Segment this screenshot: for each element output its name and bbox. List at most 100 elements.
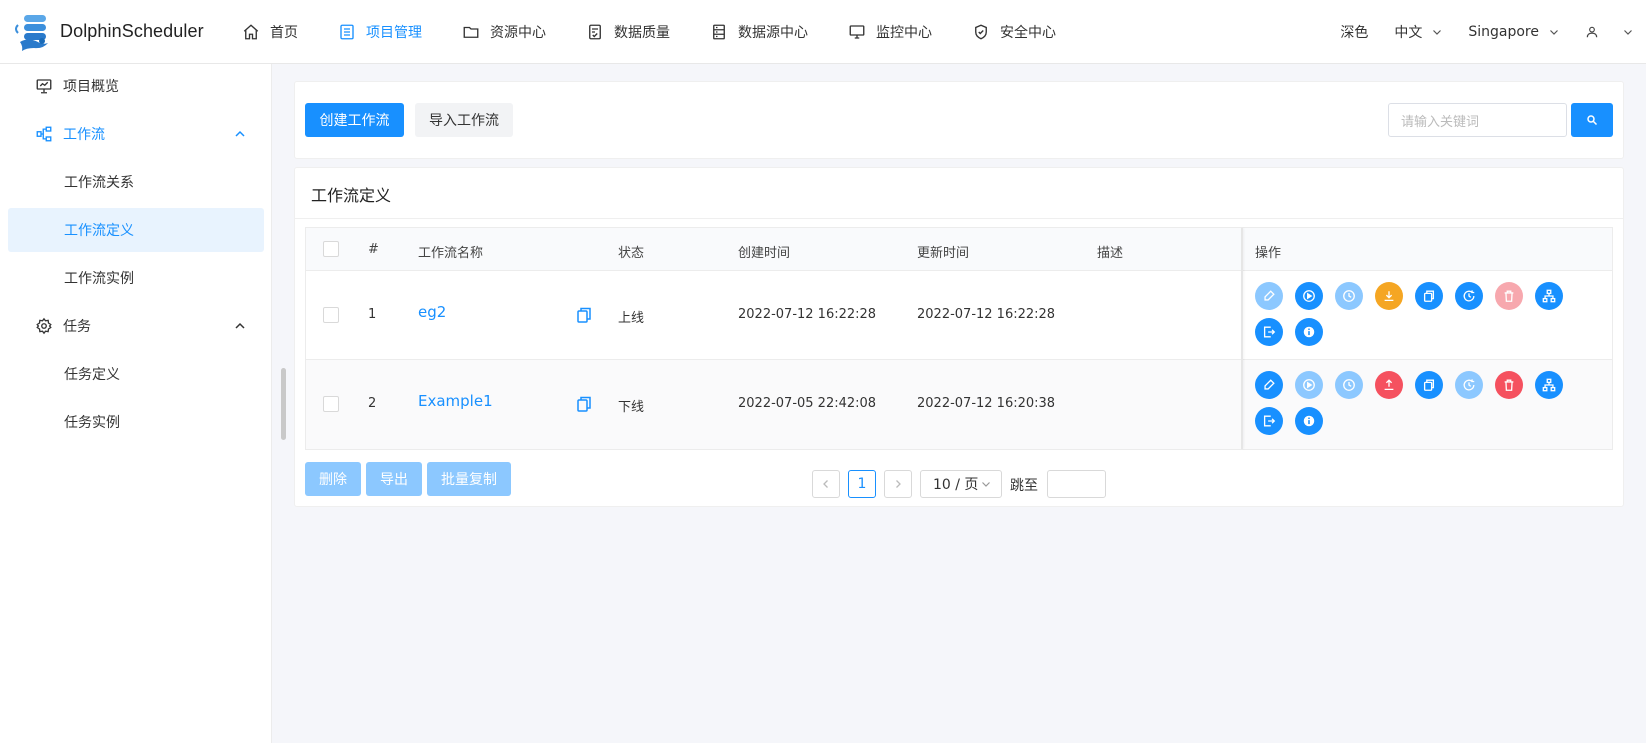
workflow-name-link[interactable]: eg2 bbox=[418, 303, 446, 321]
operation-column-divider bbox=[1241, 228, 1243, 449]
app-name: DolphinScheduler bbox=[60, 21, 204, 41]
sidebar-item-task-instance[interactable]: 任务实例 bbox=[8, 400, 264, 444]
version-info-button[interactable] bbox=[1295, 318, 1323, 346]
tree-view-button[interactable] bbox=[1535, 282, 1563, 310]
version-info-button[interactable] bbox=[1295, 407, 1323, 435]
pagination-page-1[interactable]: 1 bbox=[848, 470, 876, 498]
batch-delete-button[interactable]: 删除 bbox=[305, 462, 361, 496]
trash-icon bbox=[1504, 290, 1514, 302]
user-menu[interactable] bbox=[1572, 25, 1646, 39]
select-all-checkbox[interactable] bbox=[323, 241, 339, 257]
copy-icon[interactable] bbox=[577, 396, 591, 412]
chevron-down-icon bbox=[982, 482, 990, 487]
export-button[interactable] bbox=[1255, 407, 1283, 435]
online-button[interactable] bbox=[1375, 371, 1403, 399]
jump-to-input[interactable] bbox=[1047, 470, 1106, 498]
shield-check-icon bbox=[975, 24, 987, 39]
section-title: 工作流定义 bbox=[311, 186, 392, 205]
chevron-right-icon bbox=[896, 480, 901, 488]
nav-data-quality[interactable]: 数据质量 bbox=[566, 0, 690, 64]
timezone-label: Singapore bbox=[1468, 24, 1539, 40]
start-button[interactable] bbox=[1295, 282, 1323, 310]
sidebar-item-workflow[interactable]: 工作流 bbox=[8, 112, 264, 156]
sidebar-item-workflow-relation[interactable]: 工作流关系 bbox=[8, 160, 264, 204]
workflow-table: # 工作流名称 状态 创建时间 更新时间 描述 操作 1 eg2 上线 2022… bbox=[305, 227, 1613, 450]
pagination-next-button[interactable] bbox=[884, 470, 912, 498]
nav-home-label: 首页 bbox=[270, 24, 298, 41]
nav-resources[interactable]: 资源中心 bbox=[442, 0, 566, 64]
nav-datasource[interactable]: 数据源中心 bbox=[690, 0, 828, 64]
delete-button[interactable] bbox=[1495, 371, 1523, 399]
search-input[interactable]: 请输入关键词 bbox=[1388, 103, 1567, 137]
copy-workflow-button[interactable] bbox=[1415, 282, 1443, 310]
workflow-name-link[interactable]: Example1 bbox=[418, 392, 493, 410]
server-icon bbox=[713, 24, 725, 39]
timezone-select[interactable]: Singapore bbox=[1455, 24, 1572, 40]
timing-button[interactable] bbox=[1335, 371, 1363, 399]
tree-view-button[interactable] bbox=[1535, 371, 1563, 399]
delete-button[interactable] bbox=[1495, 282, 1523, 310]
main-nav: 首页 项目管理 资源中心 数据质量 数据源中心 监控中心 安全中心 bbox=[222, 0, 1076, 64]
top-right-controls: 深色 中文 Singapore bbox=[1327, 0, 1646, 64]
tree-icon bbox=[1542, 289, 1556, 303]
theme-toggle[interactable]: 深色 bbox=[1327, 22, 1381, 42]
app-logo[interactable]: DolphinScheduler bbox=[0, 0, 210, 64]
section-divider bbox=[295, 218, 1623, 219]
sidebar-item-label: 项目概览 bbox=[63, 79, 119, 95]
batch-export-button[interactable]: 导出 bbox=[366, 462, 422, 496]
export-button[interactable] bbox=[1255, 318, 1283, 346]
sidebar-item-workflow-instance[interactable]: 工作流实例 bbox=[8, 256, 264, 300]
sidebar-scrollbar[interactable] bbox=[281, 368, 286, 440]
table-row: 2 Example1 下线 2022-07-05 22:42:08 2022-0… bbox=[306, 360, 1612, 449]
copy-icon bbox=[1423, 290, 1435, 302]
language-label: 中文 bbox=[1394, 25, 1423, 41]
sidebar-item-label: 工作流定义 bbox=[64, 223, 134, 239]
pagination-prev-button[interactable] bbox=[812, 470, 840, 498]
copy-icon[interactable] bbox=[577, 307, 591, 323]
cron-manage-button[interactable] bbox=[1455, 371, 1483, 399]
create-workflow-button[interactable]: 创建工作流 bbox=[305, 103, 404, 137]
offline-button[interactable] bbox=[1375, 282, 1403, 310]
row-created-time: 2022-07-12 16:22:28 bbox=[738, 307, 877, 322]
sidebar-item-label: 工作流实例 bbox=[64, 271, 134, 287]
header-index: # bbox=[368, 242, 379, 257]
nav-projects[interactable]: 项目管理 bbox=[318, 0, 442, 64]
sidebar-item-task-definition[interactable]: 任务定义 bbox=[8, 352, 264, 396]
sidebar-item-workflow-definition[interactable]: 工作流定义 bbox=[8, 208, 264, 252]
row-checkbox[interactable] bbox=[323, 396, 339, 412]
nav-home[interactable]: 首页 bbox=[222, 0, 318, 64]
timing-button[interactable] bbox=[1335, 282, 1363, 310]
folder-icon bbox=[463, 26, 479, 38]
export-icon bbox=[1263, 415, 1276, 427]
row-checkbox[interactable] bbox=[323, 307, 339, 323]
trash-icon bbox=[1504, 379, 1514, 391]
nav-monitor[interactable]: 监控中心 bbox=[828, 0, 952, 64]
header-created: 创建时间 bbox=[738, 246, 791, 261]
page-size-select[interactable]: 10 / 页 bbox=[920, 470, 1002, 498]
sidebar-item-task[interactable]: 任务 bbox=[8, 304, 264, 348]
row-status: 上线 bbox=[618, 311, 645, 326]
nav-security[interactable]: 安全中心 bbox=[952, 0, 1076, 64]
clock-refresh-icon bbox=[1463, 379, 1475, 391]
search-button[interactable] bbox=[1571, 103, 1613, 137]
import-workflow-button[interactable]: 导入工作流 bbox=[415, 103, 513, 137]
tree-icon bbox=[1542, 378, 1556, 392]
header-name: 工作流名称 bbox=[418, 246, 484, 261]
row-updated-time: 2022-07-12 16:22:28 bbox=[917, 307, 1056, 322]
nav-security-label: 安全中心 bbox=[1000, 24, 1056, 41]
edit-button[interactable] bbox=[1255, 371, 1283, 399]
copy-icon bbox=[1423, 379, 1435, 391]
copy-workflow-button[interactable] bbox=[1415, 371, 1443, 399]
cron-manage-button[interactable] bbox=[1455, 282, 1483, 310]
batch-copy-button[interactable]: 批量复制 bbox=[427, 462, 511, 496]
start-button[interactable] bbox=[1295, 371, 1323, 399]
language-select[interactable]: 中文 bbox=[1381, 22, 1455, 42]
row-status: 下线 bbox=[618, 400, 645, 415]
edit-button[interactable] bbox=[1255, 282, 1283, 310]
chevron-down-icon bbox=[1433, 30, 1442, 35]
jump-to-label: 跳至 bbox=[1010, 478, 1038, 494]
sidebar: 项目概览 工作流 工作流关系 工作流定义 工作流实例 任务 任务定义 任务实例 bbox=[0, 64, 272, 743]
sidebar-item-project-overview[interactable]: 项目概览 bbox=[8, 64, 264, 108]
row-index: 2 bbox=[368, 396, 377, 411]
nav-data-quality-label: 数据质量 bbox=[614, 24, 670, 41]
